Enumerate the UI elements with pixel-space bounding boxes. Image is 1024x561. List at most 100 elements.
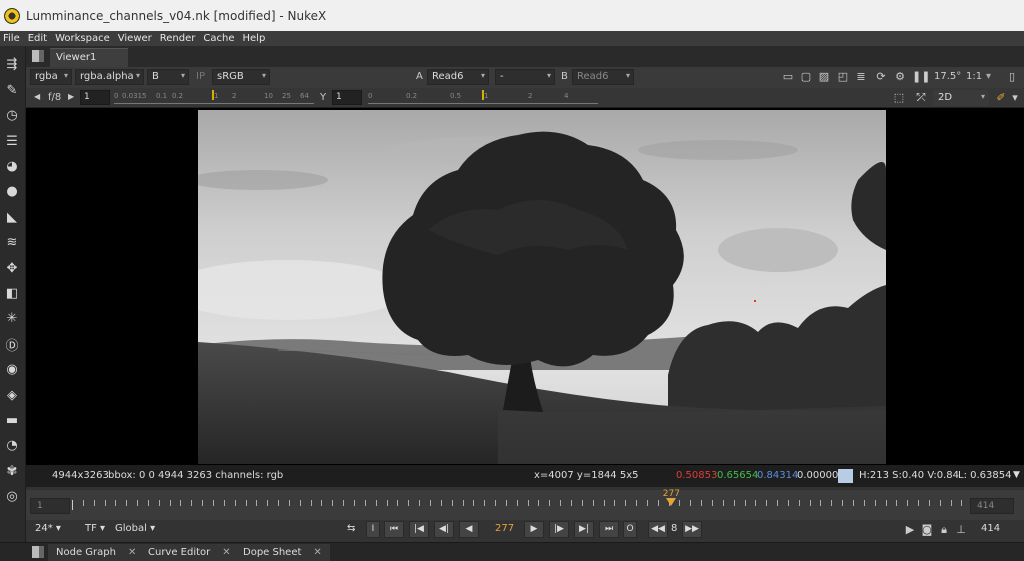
gamma-slider-handle[interactable] bbox=[482, 90, 484, 100]
pane-menu-icon[interactable] bbox=[32, 546, 44, 558]
next-frame-button[interactable]: |▶ bbox=[549, 521, 569, 538]
settings-gear-icon[interactable]: ⚙ bbox=[893, 70, 907, 84]
3d-nodes-icon[interactable]: ◧ bbox=[3, 284, 21, 302]
play-backward-button[interactable]: ◀ bbox=[459, 521, 479, 538]
channels-dropdown[interactable]: rgba ▾ bbox=[30, 69, 72, 85]
range-icon[interactable]: ⊥ bbox=[954, 523, 968, 537]
b-input-dropdown[interactable]: Read6 ▾ bbox=[572, 69, 634, 85]
global-range-dropdown[interactable]: Global ▾ bbox=[112, 522, 158, 537]
fullscreen-icon[interactable]: ▯ bbox=[1005, 70, 1019, 84]
axis-icon[interactable]: ⤱ bbox=[914, 91, 928, 105]
timeline-ruler[interactable]: 150100150200250300350400414277 bbox=[66, 489, 971, 531]
menu-workspace[interactable]: Workspace bbox=[52, 33, 115, 44]
last-frame-button[interactable]: ⏭ bbox=[599, 521, 619, 538]
furnace-nodes-icon[interactable]: ✾ bbox=[3, 462, 21, 480]
pane-menu-icon[interactable] bbox=[32, 50, 44, 62]
menu-edit[interactable]: Edit bbox=[25, 33, 52, 44]
brush-options-chevron-down-icon[interactable]: ▾ bbox=[1008, 91, 1022, 105]
checker-icon[interactable]: ▨ bbox=[817, 70, 831, 84]
menu-file[interactable]: File bbox=[0, 33, 25, 44]
time-nodes-icon[interactable]: ◷ bbox=[3, 106, 21, 124]
a-input-dropdown[interactable]: Read6 ▾ bbox=[427, 69, 489, 85]
channel-nodes-icon[interactable]: ☰ bbox=[3, 132, 21, 150]
alpha-channel-dropdown[interactable]: rgba.alpha ▾ bbox=[75, 69, 144, 85]
color-nodes-icon[interactable]: ◕ bbox=[3, 157, 21, 175]
ratio-chevron-down-icon[interactable]: ▾ bbox=[986, 71, 991, 82]
views-nodes-icon[interactable]: ◉ bbox=[3, 360, 21, 378]
step-forward-button[interactable]: ▶▶ bbox=[682, 521, 702, 538]
viewer-canvas[interactable] bbox=[26, 108, 1024, 465]
draw-nodes-icon[interactable]: ✎ bbox=[3, 81, 21, 99]
viewer-lut-dropdown[interactable]: sRGB ▾ bbox=[212, 69, 270, 85]
merge-nodes-icon[interactable]: ≋ bbox=[3, 233, 21, 251]
refresh-icon[interactable]: ⟳ bbox=[874, 70, 888, 84]
step-back-button[interactable]: ◀◀ bbox=[648, 521, 668, 538]
step-increment-field[interactable]: 8 bbox=[668, 522, 680, 537]
fstop-value[interactable]: f/8 bbox=[48, 92, 61, 103]
gamma-slider[interactable]: 0 0.2 0.5 1 2 4 bbox=[368, 90, 598, 104]
tab-node-graph[interactable]: Node Graph ✕ bbox=[48, 544, 145, 561]
gain-slider[interactable]: 0 0.0315 0.1 0.2 1 2 10 25 64 bbox=[114, 90, 314, 104]
timeline-end-field[interactable]: 414 bbox=[970, 498, 1014, 514]
ofx-nodes-icon[interactable]: ◎ bbox=[3, 487, 21, 505]
roi-icon[interactable]: ▭ bbox=[781, 70, 795, 84]
menu-help[interactable]: Help bbox=[240, 33, 271, 44]
prev-keyframe-button[interactable]: |◀ bbox=[409, 521, 429, 538]
keyer-nodes-icon[interactable]: ◣ bbox=[3, 208, 21, 226]
deep-nodes-icon[interactable]: Ⓓ bbox=[3, 335, 21, 354]
first-frame-button[interactable]: ⏮ bbox=[384, 521, 404, 538]
prev-frame-button[interactable]: ◀| bbox=[434, 521, 454, 538]
particles-nodes-icon[interactable]: ✳ bbox=[3, 309, 21, 327]
metadata-nodes-icon[interactable]: ◈ bbox=[3, 386, 21, 404]
menu-render[interactable]: Render bbox=[157, 33, 201, 44]
toolsets-icon[interactable]: ▬ bbox=[3, 411, 21, 429]
set-out-point-button[interactable]: O bbox=[623, 521, 637, 538]
lock-icon[interactable]: 🔒︎ bbox=[937, 523, 951, 537]
menu-viewer[interactable]: Viewer bbox=[115, 33, 157, 44]
info-menu-chevron-down-icon[interactable]: ▼ bbox=[1013, 470, 1020, 480]
timeline-tick bbox=[842, 500, 844, 506]
compare-mode-dropdown[interactable]: - ▾ bbox=[495, 69, 555, 85]
fps-dropdown[interactable]: 24* ▾ bbox=[32, 522, 64, 537]
close-icon[interactable]: ✕ bbox=[222, 547, 230, 558]
playhead[interactable] bbox=[665, 498, 676, 506]
region-select-icon[interactable]: ⬚ bbox=[892, 91, 906, 105]
play-forward-button[interactable]: ▶ bbox=[524, 521, 544, 538]
timeline-start-field[interactable]: 1 bbox=[30, 498, 70, 514]
lines-icon[interactable]: ≣ bbox=[854, 70, 868, 84]
gain-field[interactable]: 1 bbox=[80, 90, 110, 105]
render-icon[interactable]: ◙ bbox=[920, 523, 934, 537]
zoom-ratio-dropdown[interactable]: 1:1 bbox=[966, 71, 982, 82]
pause-icon[interactable]: ❚❚ bbox=[912, 70, 930, 84]
display-channel-dropdown[interactable]: B ▾ bbox=[147, 69, 189, 85]
zoom-value[interactable]: 17.5° bbox=[934, 71, 961, 82]
paint-brush-icon[interactable]: ✐ bbox=[994, 91, 1008, 105]
loop-mode-icon[interactable]: ⇆ bbox=[344, 522, 358, 537]
transform-nodes-icon[interactable]: ✥ bbox=[3, 259, 21, 277]
filter-nodes-icon[interactable]: ● bbox=[3, 182, 21, 200]
timeline[interactable]: 1 150100150200250300350400414277 414 bbox=[26, 489, 1024, 531]
viewer-image[interactable] bbox=[198, 110, 886, 464]
end-frame-field[interactable]: 414 bbox=[978, 522, 1003, 537]
tab-viewer1[interactable]: Viewer1 bbox=[50, 48, 128, 67]
next-keyframe-button[interactable]: ▶| bbox=[574, 521, 594, 538]
other-nodes-icon[interactable]: ◔ bbox=[3, 436, 21, 454]
overlay-icon[interactable]: ◰ bbox=[836, 70, 850, 84]
view-mode-dropdown[interactable]: 2D ▾ bbox=[933, 90, 989, 106]
image-nodes-icon[interactable]: ⇶ bbox=[3, 55, 21, 73]
menu-cache[interactable]: Cache bbox=[200, 33, 239, 44]
timeframe-dropdown[interactable]: TF ▾ bbox=[82, 522, 108, 537]
flipbook-icon[interactable]: ▶ bbox=[903, 523, 917, 537]
gain-slider-handle[interactable] bbox=[212, 90, 214, 100]
proxy-icon[interactable]: ▢ bbox=[799, 70, 813, 84]
set-in-point-button[interactable]: I bbox=[366, 521, 380, 538]
close-icon[interactable]: ✕ bbox=[313, 547, 321, 558]
close-icon[interactable]: ✕ bbox=[128, 547, 136, 558]
fstop-left-arrow-icon[interactable]: ◀ bbox=[34, 92, 40, 101]
tab-curve-editor[interactable]: Curve Editor ✕ bbox=[140, 544, 239, 561]
current-frame-field[interactable]: 277 bbox=[492, 522, 517, 537]
gamma-field[interactable]: 1 bbox=[332, 90, 362, 105]
tab-dope-sheet[interactable]: Dope Sheet ✕ bbox=[235, 544, 330, 561]
fstop-right-arrow-icon[interactable]: ▶ bbox=[68, 92, 74, 101]
input-process-toggle[interactable]: IP bbox=[196, 71, 205, 82]
